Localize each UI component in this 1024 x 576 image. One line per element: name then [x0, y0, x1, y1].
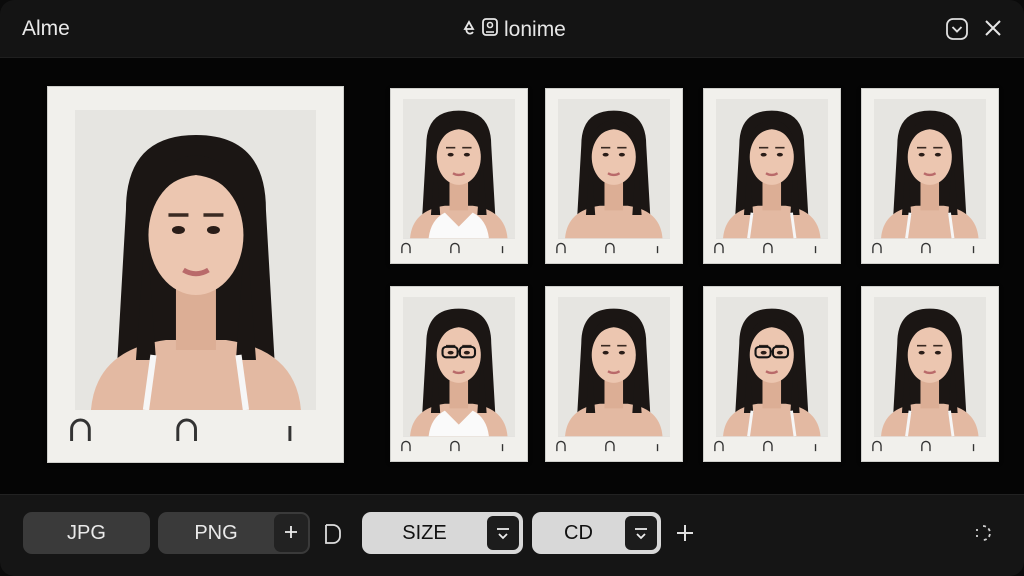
- app-window: Alme lonime JPG PNG SIZE CD: [0, 0, 1024, 576]
- app-logo-icon: [462, 16, 500, 43]
- photo-workspace: [0, 58, 1024, 494]
- cut-marks: [48, 417, 343, 447]
- png-button[interactable]: PNG: [158, 512, 310, 554]
- portrait-image: [403, 297, 515, 437]
- portrait-image: [558, 99, 670, 239]
- caret-down-icon[interactable]: [625, 516, 657, 550]
- cut-marks: [862, 242, 998, 256]
- cut-marks: [391, 440, 527, 454]
- caret-down-icon[interactable]: [487, 516, 519, 550]
- cut-marks: [546, 242, 682, 256]
- png-label: PNG: [194, 521, 238, 544]
- jpg-button[interactable]: JPG: [23, 512, 150, 554]
- portrait-image: [403, 99, 515, 239]
- plus-icon: [283, 520, 299, 546]
- photo-thumbnail[interactable]: [545, 88, 683, 264]
- main-photo-card[interactable]: [47, 86, 344, 463]
- refresh-icon[interactable]: [972, 523, 992, 548]
- photo-thumbnail[interactable]: [703, 286, 841, 462]
- cut-marks: [862, 440, 998, 454]
- cut-marks: [704, 440, 840, 454]
- crop-icon[interactable]: [322, 522, 344, 551]
- minimize-icon[interactable]: [945, 17, 969, 41]
- app-name: Alme: [22, 17, 70, 40]
- photo-thumbnail[interactable]: [703, 88, 841, 264]
- cd-label: CD: [564, 521, 593, 544]
- close-icon[interactable]: [981, 16, 1005, 40]
- portrait-image: [558, 297, 670, 437]
- cut-marks: [704, 242, 840, 256]
- size-label: SIZE: [402, 521, 447, 544]
- photo-thumbnail[interactable]: [545, 286, 683, 462]
- title-bar: Alme lonime: [0, 0, 1024, 58]
- portrait-image: [74, 109, 317, 410]
- portrait-image: [716, 297, 828, 437]
- portrait-image: [716, 99, 828, 239]
- jpg-label: JPG: [67, 521, 106, 544]
- window-title: lonime: [504, 17, 566, 41]
- photo-thumbnail[interactable]: [390, 88, 528, 264]
- cut-marks: [391, 242, 527, 256]
- portrait-image: [874, 99, 986, 239]
- photo-thumbnail[interactable]: [390, 286, 528, 462]
- png-add-button[interactable]: [274, 514, 308, 552]
- add-icon[interactable]: [675, 523, 695, 548]
- size-dropdown[interactable]: SIZE: [362, 512, 523, 554]
- photo-thumbnail[interactable]: [861, 88, 999, 264]
- portrait-image: [874, 297, 986, 437]
- window-title-group: lonime: [462, 16, 566, 43]
- bottom-toolbar: JPG PNG SIZE CD: [0, 494, 1024, 576]
- photo-thumbnail[interactable]: [861, 286, 999, 462]
- cd-dropdown[interactable]: CD: [532, 512, 661, 554]
- cut-marks: [546, 440, 682, 454]
